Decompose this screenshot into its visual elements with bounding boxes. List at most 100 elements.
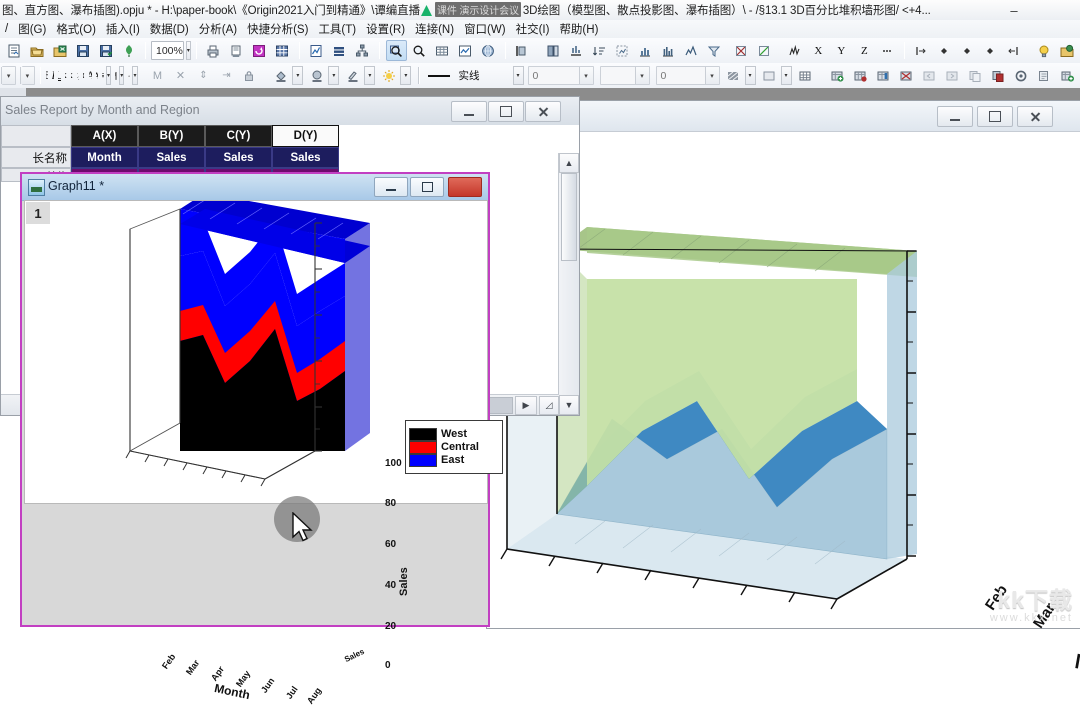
graph11-maximize-button[interactable] — [410, 177, 444, 197]
font-name-dropdown-arrow[interactable]: ▾ — [1, 67, 15, 84]
menu-item-tools[interactable]: 工具(T) — [313, 20, 361, 38]
graph11-close-button[interactable] — [448, 177, 482, 197]
increase-font-button[interactable]: A — [88, 65, 92, 86]
brightness-dropdown-arrow[interactable]: ▾ — [400, 66, 411, 85]
menu-item-settings[interactable]: 设置(R) — [361, 20, 410, 38]
merge-graph-icon[interactable] — [566, 40, 587, 61]
split-objects-icon[interactable]: ✕ — [170, 65, 191, 86]
column-chart-icon[interactable] — [635, 40, 656, 61]
distribute-vertical-icon[interactable]: ⇕ — [193, 65, 214, 86]
menu-item-format[interactable]: 格式(O) — [51, 20, 101, 38]
align-right-icon[interactable] — [1003, 40, 1024, 61]
join-objects-icon[interactable]: M — [147, 65, 168, 86]
fill-pattern-dropdown-arrow[interactable]: ▾ — [635, 67, 649, 84]
print-preview-icon[interactable] — [226, 40, 247, 61]
y-axis-icon[interactable]: Y — [831, 40, 852, 61]
worksheet-column-header-c[interactable]: C(Y) — [205, 125, 272, 147]
lock-objects-icon[interactable] — [239, 65, 260, 86]
paste-column-icon[interactable] — [987, 65, 1008, 86]
x-axis-icon[interactable]: X — [808, 40, 829, 61]
brightness-icon[interactable] — [378, 65, 399, 86]
worksheet-hscroll-right-button[interactable]: ▶ — [515, 396, 537, 415]
pattern-color2-icon[interactable] — [759, 65, 780, 86]
copy-column-icon[interactable] — [964, 65, 985, 86]
fill-color-icon[interactable] — [270, 65, 291, 86]
worksheet-column-header-b[interactable]: B(Y) — [138, 125, 205, 147]
print-icon[interactable] — [203, 40, 224, 61]
layer-contents-icon[interactable] — [272, 40, 293, 61]
line-color-dropdown-arrow[interactable]: ▾ — [364, 66, 375, 85]
unmask-icon[interactable] — [754, 40, 775, 61]
distribute-horizontal-icon[interactable]: ⇥ — [216, 65, 237, 86]
set-values-icon[interactable] — [1010, 65, 1031, 86]
new-matrix-icon[interactable] — [455, 40, 476, 61]
worksheet-column-header-a[interactable]: A(X) — [71, 125, 138, 147]
align-middle-icon[interactable] — [957, 40, 978, 61]
align-dropdown-arrow[interactable]: ▾ — [106, 66, 111, 85]
italic-button[interactable]: I — [51, 65, 55, 86]
zoom-dropdown-arrow[interactable]: ▾ — [186, 41, 191, 60]
more-options-icon[interactable] — [877, 40, 898, 61]
app-center-icon[interactable] — [1057, 40, 1078, 61]
lamp-icon[interactable] — [1034, 40, 1055, 61]
menu-item-graph[interactable]: 图(G) — [13, 20, 51, 38]
layer-management-icon[interactable] — [329, 40, 350, 61]
new-function-icon[interactable] — [478, 40, 499, 61]
line-spacing-button[interactable]: ¶| — [114, 65, 118, 86]
worksheet-long-name-b[interactable]: Sales — [138, 147, 205, 168]
insert-column-icon[interactable] — [872, 65, 893, 86]
sort-icon[interactable] — [589, 40, 610, 61]
subscript-button[interactable]: x₂ — [70, 65, 74, 86]
window-maximize-button[interactable] — [1036, 0, 1076, 20]
save-project-icon[interactable] — [72, 40, 93, 61]
data-selector-icon[interactable] — [785, 40, 806, 61]
bar-chart-icon[interactable] — [658, 40, 679, 61]
worksheet-column-header-d[interactable]: D(Y) — [272, 125, 339, 147]
move-column-right-icon[interactable] — [941, 65, 962, 86]
align-left-icon[interactable] — [911, 40, 932, 61]
hierarchy-icon[interactable] — [352, 40, 373, 61]
subsuperscript-button[interactable]: x₂ⁱ — [76, 65, 80, 86]
new-layout-icon[interactable] — [306, 40, 327, 61]
filter-icon[interactable] — [704, 40, 725, 61]
delete-column-icon[interactable] — [895, 65, 916, 86]
window-minimize-button[interactable]: – — [994, 0, 1034, 20]
line-width-dropdown-arrow[interactable]: ▾ — [579, 67, 593, 84]
align-center-icon[interactable] — [934, 40, 955, 61]
worksheet-scroll-up-button[interactable]: ▲ — [559, 153, 579, 173]
superscript-button[interactable]: x² — [64, 65, 68, 86]
refresh-icon[interactable] — [249, 40, 270, 61]
small-chart-legend[interactable]: West Central East — [405, 420, 503, 474]
move-column-left-icon[interactable] — [918, 65, 939, 86]
worksheet-scroll-down-button[interactable]: ▼ — [559, 395, 579, 415]
statistics-icon[interactable] — [681, 40, 702, 61]
align-text-button[interactable]: ≡ — [101, 65, 105, 86]
align-distribute-icon[interactable] — [980, 40, 1001, 61]
pattern-fill-icon[interactable] — [723, 65, 744, 86]
add-new-column-icon[interactable] — [1056, 65, 1077, 86]
menu-item-window[interactable]: 窗口(W) — [459, 20, 511, 38]
worksheet-maximize-button[interactable] — [488, 101, 524, 122]
menu-item-analysis[interactable]: 分析(A) — [194, 20, 242, 38]
pattern-color2-dropdown-arrow[interactable]: ▾ — [781, 66, 792, 85]
zoom-level-combo[interactable]: 100% — [151, 41, 184, 60]
duplicate-layer-icon[interactable] — [543, 40, 564, 61]
zoom-out-icon[interactable] — [409, 40, 430, 61]
normalize-icon[interactable] — [1033, 65, 1054, 86]
line-color-icon[interactable] — [342, 65, 363, 86]
add-column-icon[interactable] — [826, 65, 847, 86]
menu-item-help[interactable]: 帮助(H) — [554, 20, 603, 38]
add-layer-icon[interactable] — [512, 40, 533, 61]
worksheet-close-button[interactable] — [525, 101, 561, 122]
graph11-minimize-button[interactable] — [374, 177, 408, 197]
line-style-combo[interactable]: 实线 — [455, 67, 511, 84]
menu-item-quick-analysis[interactable]: 快捷分析(S) — [242, 20, 313, 38]
open-excel-icon[interactable] — [49, 40, 70, 61]
pattern-width-dropdown-arrow[interactable]: ▾ — [705, 67, 719, 84]
font-size-dropdown-arrow[interactable]: ▾ — [20, 67, 34, 84]
pattern-color-icon[interactable] — [306, 65, 327, 86]
worksheet-long-name-d[interactable]: Sales — [272, 147, 339, 168]
fill-color-dropdown-arrow[interactable]: ▾ — [292, 66, 303, 85]
worksheet-scroll-thumb[interactable] — [561, 173, 577, 261]
fill-pattern-combo[interactable]: ▾ — [600, 66, 650, 85]
